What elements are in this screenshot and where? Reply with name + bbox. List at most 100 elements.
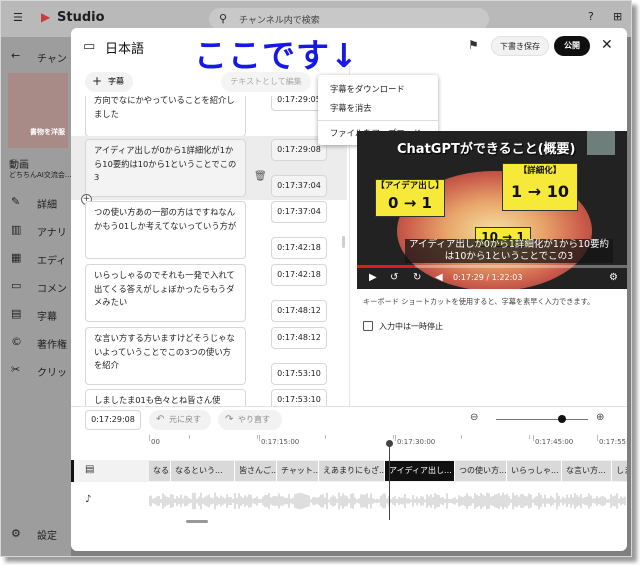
redo-button[interactable]: ↷ やり直す [218, 410, 282, 430]
pencil-icon: ✎ [11, 195, 21, 208]
settings-gear-icon[interactable]: ⚙ [609, 272, 618, 283]
idea-box-label: 【アイデア出し】 [376, 181, 444, 191]
menu-item-clear-subtitles[interactable]: 字幕を消去 [318, 98, 438, 118]
zoom-slider-handle[interactable] [558, 415, 566, 423]
end-time-field[interactable]: 0:17:48:12 [271, 300, 327, 322]
start-time-field[interactable]: 0:17:48:12 [271, 327, 327, 349]
subtitle-list: 方向でなにかやっていることを紹介しました 0:17:29:05 アイディア出しが0か… [71, 96, 347, 406]
subtitle-row[interactable]: つの使い方あの一部の方はですねなんかもう01しか考えてないっていう方が 0:17:… [71, 198, 347, 262]
subtitle-text-field[interactable]: つの使い方あの一部の方はですねなんかもう01しか考えてないっていう方が [85, 201, 246, 259]
ruler-label: 0:17:30:00 [397, 438, 436, 446]
search-icon: ⚲ [219, 12, 228, 25]
help-icon[interactable]: ? [588, 10, 594, 23]
undo-icon: ↶ [156, 414, 165, 425]
timeline-segment[interactable]: 皆さんご... [235, 461, 277, 481]
video-progress-bar[interactable] [357, 265, 415, 268]
video-thumbnail[interactable]: 書物を洋服 [8, 73, 68, 148]
play-icon[interactable]: ▶ [369, 272, 377, 283]
timeline-segment[interactable]: アイディア出し... [385, 461, 455, 481]
create-icon[interactable]: ⊞ [613, 10, 622, 23]
sidebar-item-label[interactable]: クリッ [37, 364, 67, 379]
subtitle-row[interactable]: いらっしゃるのでそれも一発で入れて出てくる答えがしょぼかったらもうダメみたい 0:… [71, 261, 347, 325]
start-time-field[interactable]: 0:17:42:18 [271, 264, 327, 286]
screenshot-frame: ☰ ▶ Studio ⚲ チャンネル内で検索 ? ⊞ ← チャン 書物を洋服 動… [0, 0, 632, 557]
subtitle-text-field[interactable]: しましたま01も色々とね皆さん使 [85, 389, 246, 406]
copyright-icon: © [11, 335, 22, 348]
zoom-out-icon[interactable]: ⊖ [470, 412, 478, 423]
subtitle-row[interactable]: しましたま01も色々とね皆さん使 0:17:53:10 [71, 386, 347, 406]
sidebar-item-label[interactable]: エディ [37, 252, 66, 267]
forward-icon[interactable]: ↻ [413, 272, 421, 283]
subtitle-row[interactable]: 方向でなにかやっていることを紹介しました 0:17:29:05 [71, 96, 347, 140]
publish-button[interactable]: 公開 [554, 36, 590, 56]
save-draft-button[interactable]: 下書き保存 [491, 36, 549, 56]
comment-icon: ▭ [11, 279, 22, 292]
timeline-segment[interactable]: なるという... [171, 461, 235, 481]
menu-item-download-subtitles[interactable]: 字幕をダウンロード [318, 79, 438, 99]
ruler-label: 0:17:55:14 [599, 438, 627, 446]
add-subtitle-button[interactable]: + 字幕 [85, 72, 133, 92]
idea-box-value: 0 → 1 [388, 194, 432, 212]
settings-icon[interactable]: ⚙ [11, 527, 21, 540]
current-time-field[interactable]: 0:17:29:08 [85, 410, 141, 430]
video-slide-title: ChatGPTができること(概要) [397, 142, 576, 157]
timeline-playhead[interactable] [389, 442, 390, 520]
timeline-segment[interactable]: いらっしゃ... [507, 461, 562, 481]
zoom-slider[interactable] [496, 419, 588, 420]
subtitle-text-field[interactable]: 方向でなにかやっていることを紹介しました [85, 96, 246, 137]
undo-button[interactable]: ↶ 元に戻す [149, 410, 211, 430]
playhead-handle[interactable] [386, 440, 393, 447]
video-player[interactable]: ChatGPTができること(概要) 【アイデア出し】 0 → 1 【詳細化】 1… [357, 131, 627, 289]
delete-icon[interactable]: 🗑 [254, 171, 267, 182]
timeline-segment[interactable]: なる... [149, 461, 171, 481]
add-subtitle-label: 字幕 [108, 77, 124, 86]
subtitle-row[interactable]: アイディア出しが0から1詳細化が1から10要約は10から1ということでこの3 0:… [71, 136, 347, 205]
end-time-field[interactable]: 0:17:37:04 [271, 175, 327, 197]
annotation-text: ここです↓ [194, 36, 359, 75]
timeline-segment[interactable]: つの使い方... [455, 461, 507, 481]
start-time-field[interactable]: 0:17:53:10 [271, 389, 327, 406]
plus-icon: + [92, 74, 103, 88]
subtitles-icon: ▤ [11, 307, 22, 320]
timeline-segment[interactable]: チャット... [277, 461, 319, 481]
sidebar-item-label[interactable]: 字幕 [37, 308, 57, 323]
close-icon[interactable]: ✕ [601, 37, 613, 53]
video-label: 動画 [9, 160, 29, 171]
subtitle-text-field[interactable]: いらっしゃるのでそれも一発で入れて出てくる答えがしょぼかったらもうダメみたい [85, 264, 246, 322]
timeline-segment[interactable]: しま [612, 461, 627, 481]
timeline-segment[interactable]: な言い方... [562, 461, 612, 481]
list-scrollbar[interactable] [342, 236, 345, 248]
pause-while-typing-checkbox[interactable] [363, 321, 373, 331]
end-time-field[interactable]: 0:17:53:10 [271, 363, 327, 385]
subtitle-text-field[interactable]: な言い方する方いますけどそうじゃないよっていうことでこの3つの使い方を紹介 [85, 327, 246, 385]
end-time-field[interactable]: 0:17:42:18 [271, 237, 327, 259]
sidebar-item-label[interactable]: 詳細 [37, 196, 57, 211]
sidebar-item-label[interactable]: アナリ [37, 224, 67, 239]
ruler-minor-tick [393, 435, 394, 439]
detail-box: 【詳細化】 1 → 10 [502, 163, 578, 211]
timeline-resize-handle[interactable] [186, 520, 208, 523]
channel-search-input[interactable]: チャンネル内で検索 [239, 13, 320, 26]
start-time-field[interactable]: 0:17:37:04 [271, 201, 327, 223]
sidebar-item-label[interactable]: コメン [37, 280, 67, 295]
volume-icon[interactable]: ◀ [435, 272, 443, 283]
settings-label[interactable]: 設定 [37, 527, 57, 542]
audio-waveform [149, 492, 626, 510]
zoom-in-icon[interactable]: ⊕ [596, 412, 604, 423]
subtitle-row[interactable]: な言い方する方いますけどそうじゃないよっていうことでこの3つの使い方を紹介 0:1… [71, 324, 347, 388]
subtitle-text-field[interactable]: アイディア出しが0から1詳細化が1から10要約は10から1ということでこの3 [85, 139, 246, 197]
channel-label: チャン [37, 54, 67, 65]
channel-search[interactable]: ⚲ チャンネル内で検索 [209, 8, 489, 30]
sidebar-item-label[interactable]: 著作権 [37, 336, 67, 351]
ruler-minor-tick [597, 435, 598, 439]
clip-icon: ✂ [11, 363, 21, 376]
keyboard-hint: キーボード ショートカットを使用すると、字幕を素早く入力できます。 [363, 297, 595, 306]
back-arrow-icon[interactable]: ← [11, 49, 20, 62]
timeline-segment[interactable]: えあまりにもざ... [319, 461, 385, 481]
feedback-icon[interactable]: ⚑ [468, 38, 479, 52]
menu-icon[interactable]: ☰ [13, 11, 23, 24]
edit-as-text-button[interactable]: テキストとして編集 [221, 72, 311, 92]
rewind-icon[interactable]: ↺ [390, 272, 398, 283]
ruler-label: 00 [151, 438, 160, 446]
menu-divider [318, 120, 438, 121]
